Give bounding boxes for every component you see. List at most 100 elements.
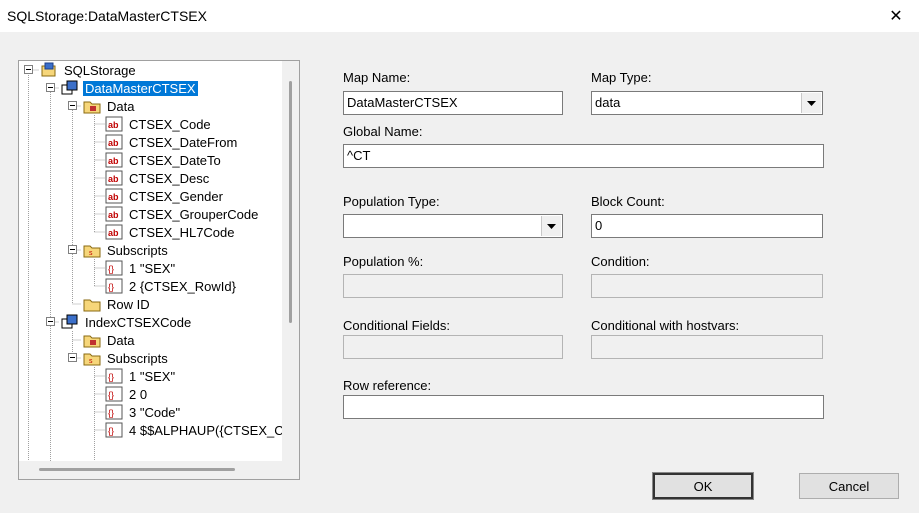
svg-text:{}: {} <box>108 408 114 418</box>
close-icon: ✕ <box>889 8 903 25</box>
conditional-hostvars-label: Conditional with hostvars: <box>591 318 740 333</box>
tree-node-label: 2 {CTSEX_RowId} <box>129 278 236 294</box>
chevron-down-icon[interactable] <box>541 216 561 236</box>
collapse-subscripts-expander[interactable] <box>68 245 77 254</box>
tree-root-sqlstorage[interactable]: SQLStorage <box>40 61 138 79</box>
tree-node-map-datamaster[interactable]: DataMasterCTSEX <box>61 79 198 97</box>
subscript-icon: {} <box>105 386 123 402</box>
tree-node-label: Data <box>107 98 135 114</box>
tree-node-field[interactable]: ab CTSEX_Desc <box>105 169 211 187</box>
tree-node-subscript[interactable]: {} 2 {CTSEX_RowId} <box>105 277 238 295</box>
tree-node-label: CTSEX_GrouperCode <box>129 206 259 222</box>
condition-input <box>591 274 823 298</box>
field-ab-icon: ab <box>105 224 123 240</box>
storage-icon <box>40 62 58 78</box>
subscript-icon: {} <box>105 404 123 420</box>
svg-text:ab: ab <box>108 120 119 130</box>
row-reference-label: Row reference: <box>343 378 432 393</box>
tree-node-label: CTSEX_Desc <box>129 170 210 186</box>
tree-node-data-folder[interactable]: Data <box>83 331 136 349</box>
row-reference-input[interactable] <box>343 395 824 419</box>
tree-node-label: 2 0 <box>129 386 148 402</box>
tree-node-field[interactable]: ab CTSEX_Code <box>105 115 213 133</box>
map-type-select[interactable]: data <box>591 91 823 115</box>
chevron-down-icon[interactable] <box>801 93 821 113</box>
collapse-index-expander[interactable] <box>46 317 55 326</box>
svg-text:ab: ab <box>108 210 119 220</box>
tree-node-label: 3 "Code" <box>129 404 181 420</box>
close-button[interactable]: ✕ <box>873 0 919 32</box>
tree-node-map-index[interactable]: IndexCTSEXCode <box>61 313 193 331</box>
tree-node-label: Row ID <box>107 296 150 312</box>
tree-node-subscripts-folder[interactable]: s Subscripts <box>83 349 170 367</box>
tree-node-subscript[interactable]: {} 1 "SEX" <box>105 259 177 277</box>
tree-node-label: 1 "SEX" <box>129 260 176 276</box>
tree-node-label: CTSEX_Gender <box>129 188 223 204</box>
tree-node-data-folder[interactable]: Data <box>83 97 136 115</box>
tree-node-label: Subscripts <box>107 350 168 366</box>
tree-node-subscript[interactable]: {} 2 0 <box>105 385 149 403</box>
tree-node-label: CTSEX_HL7Code <box>129 224 235 240</box>
field-ab-icon: ab <box>105 152 123 168</box>
collapse-data-expander[interactable] <box>68 101 77 110</box>
tree-horizontal-scrollbar[interactable] <box>19 461 282 479</box>
field-ab-icon: ab <box>105 134 123 150</box>
field-ab-icon: ab <box>105 170 123 186</box>
scroll-thumb[interactable] <box>289 81 292 323</box>
collapse-root-expander[interactable] <box>24 65 33 74</box>
folder-subscripts-icon: s <box>83 242 101 258</box>
tree-node-label: 1 "SEX" <box>129 368 176 384</box>
folder-subscripts-icon: s <box>83 350 101 366</box>
tree-node-rowid-folder[interactable]: Row ID <box>83 295 152 313</box>
tree-node-label: Subscripts <box>107 242 168 258</box>
svg-text:{}: {} <box>108 426 114 436</box>
tree-node-subscript[interactable]: {} 4 $$ALPHAUP({CTSEX_C <box>105 421 286 439</box>
cancel-button[interactable]: Cancel <box>799 473 899 499</box>
subscript-icon: {} <box>105 422 123 438</box>
block-count-input[interactable]: 0 <box>591 214 823 238</box>
map-name-input[interactable]: DataMasterCTSEX <box>343 91 563 115</box>
svg-text:{}: {} <box>108 390 114 400</box>
collapse-datamaster-expander[interactable] <box>46 83 55 92</box>
tree-node-subscripts-folder[interactable]: s Subscripts <box>83 241 170 259</box>
map-name-label: Map Name: <box>343 70 411 85</box>
field-ab-icon: ab <box>105 188 123 204</box>
title-bar: SQLStorage:DataMasterCTSEX ✕ <box>0 0 919 32</box>
block-count-label: Block Count: <box>591 194 665 209</box>
window-title: SQLStorage:DataMasterCTSEX <box>7 8 207 24</box>
collapse-index-subscripts-expander[interactable] <box>68 353 77 362</box>
tree-node-label: CTSEX_Code <box>129 116 211 132</box>
tree-node-field[interactable]: ab CTSEX_DateFrom <box>105 133 239 151</box>
population-type-select[interactable] <box>343 214 563 238</box>
map-type-label: Map Type: <box>591 70 652 85</box>
svg-text:s: s <box>89 358 93 365</box>
ok-button[interactable]: OK <box>652 472 754 500</box>
tree-node-subscript[interactable]: {} 3 "Code" <box>105 403 182 421</box>
map-type-value: data <box>595 95 621 110</box>
storage-tree[interactable]: SQLStorage DataMasterCTSEX Data ab CTSEX… <box>18 60 300 480</box>
tree-vertical-scrollbar[interactable] <box>282 61 299 461</box>
tree-node-field[interactable]: ab CTSEX_Gender <box>105 187 225 205</box>
tree-node-label: SQLStorage <box>64 62 136 78</box>
svg-text:ab: ab <box>108 156 119 166</box>
tree-node-label: DataMasterCTSEX <box>83 80 198 96</box>
field-ab-icon: ab <box>105 116 123 132</box>
tree-node-field[interactable]: ab CTSEX_HL7Code <box>105 223 237 241</box>
svg-text:ab: ab <box>108 228 119 238</box>
tree-node-label: IndexCTSEXCode <box>85 314 192 330</box>
svg-text:s: s <box>89 250 93 257</box>
population-pct-label: Population %: <box>343 254 424 269</box>
tree-node-subscript[interactable]: {} 1 "SEX" <box>105 367 177 385</box>
tree-node-label: Data <box>107 332 135 348</box>
condition-label: Condition: <box>591 254 650 269</box>
conditional-fields-label: Conditional Fields: <box>343 318 450 333</box>
tree-node-label: 4 $$ALPHAUP({CTSEX_C <box>129 422 284 438</box>
subscript-icon: {} <box>105 368 123 384</box>
conditional-fields-input <box>343 335 563 359</box>
tree-node-field[interactable]: ab CTSEX_DateTo <box>105 151 223 169</box>
scroll-thumb[interactable] <box>39 468 235 471</box>
field-ab-icon: ab <box>105 206 123 222</box>
tree-node-field[interactable]: ab CTSEX_GrouperCode <box>105 205 260 223</box>
global-name-input[interactable]: ^CT <box>343 144 824 168</box>
svg-text:{}: {} <box>108 372 114 382</box>
